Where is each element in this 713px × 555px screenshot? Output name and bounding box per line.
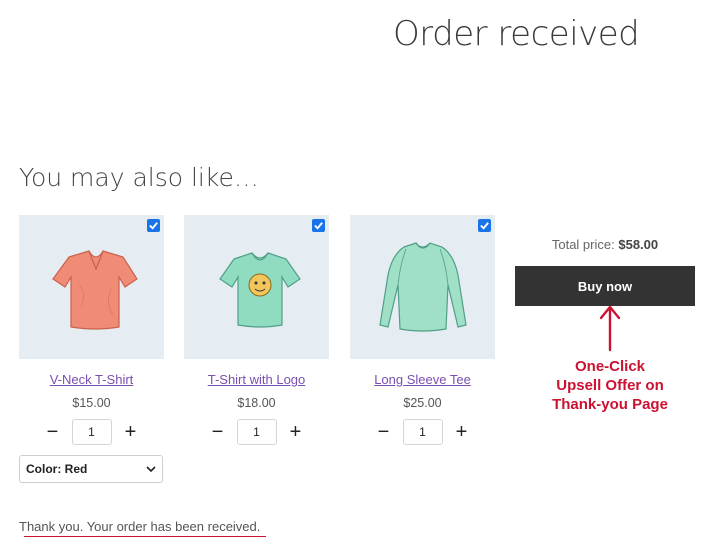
increase-quantity-button[interactable]: + xyxy=(451,419,473,445)
check-icon xyxy=(314,222,323,230)
logo-tshirt-image xyxy=(219,252,301,328)
vneck-tshirt-image xyxy=(52,250,138,330)
decrease-quantity-button[interactable]: − xyxy=(207,419,229,445)
product-checkbox[interactable] xyxy=(478,219,491,232)
long-sleeve-tee-image xyxy=(379,242,467,332)
color-variation-select[interactable]: Color: Red xyxy=(19,455,163,483)
product-price: $18.00 xyxy=(237,396,276,410)
total-price-label: Total price: xyxy=(551,237,615,252)
product-name-link[interactable]: T-Shirt with Logo xyxy=(184,372,329,387)
arrow-up-icon xyxy=(599,305,621,352)
product-card: Long Sleeve Tee $25.00 − + xyxy=(350,215,495,445)
product-image[interactable] xyxy=(19,215,164,359)
annotation-line: Thank-you Page xyxy=(552,396,668,413)
quantity-stepper: − + xyxy=(184,419,329,445)
product-image[interactable] xyxy=(350,215,495,359)
product-card: T-Shirt with Logo $18.00 − + xyxy=(184,215,329,445)
annotation-line: One-Click xyxy=(574,358,646,375)
product-price: $25.00 xyxy=(403,396,442,410)
quantity-input[interactable] xyxy=(236,419,277,445)
product-checkbox[interactable] xyxy=(312,219,325,232)
product-checkbox[interactable] xyxy=(147,219,160,232)
decrease-quantity-button[interactable]: − xyxy=(373,419,395,445)
quantity-input[interactable] xyxy=(402,419,443,445)
buy-now-label: Buy now xyxy=(577,278,633,294)
annotation-line: Upsell Offer on xyxy=(556,377,664,394)
product-price: $15.00 xyxy=(72,396,111,410)
product-name-link[interactable]: V-Neck T-Shirt xyxy=(19,372,164,387)
check-icon xyxy=(149,222,158,230)
increase-quantity-button[interactable]: + xyxy=(285,419,307,445)
quantity-stepper: − + xyxy=(350,419,495,445)
color-select-value: Color: Red xyxy=(26,462,88,476)
annotation-underline xyxy=(24,536,266,537)
product-image[interactable] xyxy=(184,215,329,359)
order-confirmation-text: Thank you. Your order has been received. xyxy=(19,519,261,534)
product-name-link[interactable]: Long Sleeve Tee xyxy=(350,372,495,387)
quantity-stepper: − + xyxy=(19,419,164,445)
section-title: You may also like… xyxy=(19,163,259,192)
decrease-quantity-button[interactable]: − xyxy=(42,419,64,445)
total-price-value: $58.00 xyxy=(618,237,659,252)
increase-quantity-button[interactable]: + xyxy=(120,419,142,445)
chevron-down-icon xyxy=(146,466,156,473)
product-card: V-Neck T-Shirt $15.00 − + xyxy=(19,215,164,445)
buy-now-button[interactable]: Buy now xyxy=(515,266,695,306)
check-icon xyxy=(480,222,489,230)
upsell-annotation: One-Click Upsell Offer on Thank-you Page xyxy=(535,357,685,414)
quantity-input[interactable] xyxy=(71,419,112,445)
page-title: Order received xyxy=(393,14,640,54)
total-price: Total price: $58.00 xyxy=(515,237,695,252)
